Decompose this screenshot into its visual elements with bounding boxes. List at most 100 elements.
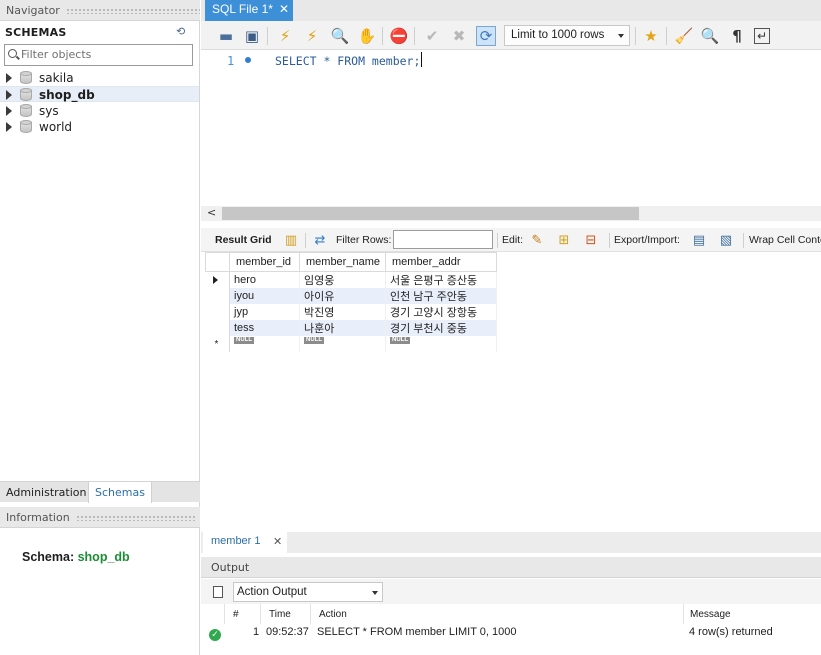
refresh-icon[interactable]: ⟲	[176, 26, 188, 38]
limit-rows-select[interactable]: Limit to 1000 rows	[504, 25, 630, 46]
table-cell[interactable]: 임영웅	[299, 271, 386, 288]
copy-icon[interactable]	[210, 584, 223, 598]
chevron-down-icon	[372, 591, 378, 595]
table-cell[interactable]: NULL	[385, 336, 497, 352]
commit-icon[interactable]: ✔	[422, 26, 442, 46]
table-cell[interactable]: NULL	[229, 336, 300, 352]
explain-magnifier-icon[interactable]: 🔍	[330, 26, 350, 46]
find-icon[interactable]: 🔍	[700, 26, 720, 46]
table-cell[interactable]: hero	[229, 271, 300, 288]
null-badge: NULL	[304, 337, 324, 344]
stop-hand-icon[interactable]: ✋	[357, 26, 377, 46]
toggle-error-icon[interactable]: ⛔	[389, 26, 409, 46]
expand-arrow-icon[interactable]	[6, 73, 12, 83]
schema-item-sys[interactable]: sys	[0, 103, 199, 119]
filter-rows-input[interactable]	[393, 230, 493, 249]
table-cell[interactable]: 인천 남구 주안동	[385, 288, 497, 304]
output-type-value: Action Output	[237, 586, 307, 598]
export-icon[interactable]: ▤	[691, 232, 707, 248]
output-header-num: #	[225, 604, 261, 624]
editor-toolbar: ▬ ▣ ⚡ ⚡ 🔍 ✋ ⛔ ✔ ✖ ⟳ Limit to 1000 rows ★…	[201, 21, 821, 50]
output-header-message: Message	[690, 609, 731, 620]
insert-row-icon[interactable]: ⊞	[556, 232, 572, 248]
database-icon	[20, 88, 32, 102]
delete-row-icon[interactable]: ⊟	[583, 232, 599, 248]
output-entry-message: 4 row(s) returned	[689, 626, 773, 638]
beautify-broom-icon[interactable]: 🧹	[674, 26, 694, 46]
word-wrap-icon[interactable]: ↵	[754, 28, 770, 44]
sql-editor[interactable]: 1 SELECT * FROM member;	[201, 50, 821, 206]
open-folder-icon[interactable]: ▬	[216, 26, 236, 46]
table-row[interactable]: iyou 아이유 인천 남구 주안동	[205, 288, 497, 304]
output-entry-num: 1	[253, 626, 260, 638]
close-icon[interactable]: ✕	[279, 2, 289, 16]
tab-sql-file-1[interactable]: SQL File 1* ✕	[205, 0, 293, 21]
row-selector[interactable]	[205, 304, 230, 320]
output-type-select[interactable]: Action Output	[233, 582, 383, 602]
table-cell[interactable]: 서울 은평구 증산동	[385, 271, 497, 288]
autocommit-toggle-icon[interactable]: ⟳	[476, 26, 496, 46]
schema-item-shop-db[interactable]: shop_db	[0, 86, 199, 102]
scroll-left-icon[interactable]: <	[207, 206, 216, 219]
wrap-cell-label[interactable]: Wrap Cell Conte	[749, 234, 821, 246]
table-row[interactable]: tess 나훈아 경기 부천시 중동	[205, 320, 497, 336]
filter-objects-input[interactable]: Filter objects	[4, 44, 193, 66]
expand-arrow-icon[interactable]	[6, 106, 12, 116]
import-icon[interactable]: ▧	[718, 232, 734, 248]
rollback-icon[interactable]: ✖	[449, 26, 469, 46]
new-row[interactable]: * NULL NULL NULL	[205, 336, 497, 352]
table-cell[interactable]: 나훈아	[299, 320, 386, 336]
schema-item-sakila[interactable]: sakila	[0, 70, 199, 86]
row-selector[interactable]: *	[205, 336, 230, 352]
scrollbar-thumb[interactable]	[222, 207, 639, 220]
table-cell[interactable]: 경기 부천시 중동	[385, 320, 497, 336]
table-row[interactable]: hero 임영웅 서울 은평구 증산동	[205, 271, 497, 288]
result-grid-button[interactable]: Result Grid	[215, 234, 272, 246]
row-selector[interactable]	[205, 320, 230, 336]
refresh-icon[interactable]: ⇄	[312, 232, 328, 248]
close-icon[interactable]: ✕	[273, 535, 282, 548]
tab-schemas[interactable]: Schemas	[88, 482, 152, 503]
filter-rows-label: Filter Rows:	[336, 234, 392, 246]
table-header-row: member_id member_name member_addr	[205, 252, 497, 272]
tab-administration[interactable]: Administration	[0, 482, 93, 503]
table-cell[interactable]: tess	[229, 320, 300, 336]
text-cursor	[421, 52, 422, 67]
result-table: member_id member_name member_addr hero 임…	[205, 252, 497, 352]
table-cell[interactable]: iyou	[229, 288, 300, 304]
execute-current-icon[interactable]: ⚡	[302, 26, 322, 46]
new-row-star-icon: *	[214, 339, 219, 350]
editor-horizontal-scrollbar[interactable]: <	[201, 206, 821, 221]
table-cell[interactable]: 경기 고양시 장항동	[385, 304, 497, 320]
information-title: Information	[6, 511, 70, 524]
add-snippet-star-icon[interactable]: ★	[641, 26, 661, 46]
grid-view-icon[interactable]: ▥	[283, 232, 299, 248]
save-icon[interactable]: ▣	[242, 26, 262, 46]
database-icon	[20, 71, 32, 85]
table-cell[interactable]: 아이유	[299, 288, 386, 304]
navigator-tabs: Administration Schemas	[0, 481, 200, 503]
column-header[interactable]: member_addr	[385, 252, 497, 272]
output-entry-action[interactable]: SELECT * FROM member LIMIT 0, 1000	[317, 626, 517, 638]
table-cell[interactable]: jyp	[229, 304, 300, 320]
schema-item-world[interactable]: world	[0, 119, 199, 135]
sql-statement[interactable]: SELECT * FROM member;	[275, 54, 420, 68]
row-selector[interactable]	[205, 271, 230, 288]
invisible-chars-icon[interactable]: ¶	[727, 26, 747, 46]
expand-arrow-icon[interactable]	[6, 122, 12, 132]
current-row-arrow-icon	[212, 276, 218, 284]
tab-result-member-1[interactable]: member 1 ✕	[203, 532, 287, 553]
expand-arrow-icon[interactable]	[6, 90, 12, 100]
edit-row-icon[interactable]: ✎	[529, 232, 545, 248]
navigator-header: Navigator	[0, 0, 200, 21]
database-icon	[20, 120, 32, 134]
navigator-panel: Navigator SCHEMAS ⟲ Filter objects sakil…	[0, 0, 200, 655]
execute-lightning-icon[interactable]: ⚡	[275, 26, 295, 46]
column-header[interactable]: member_name	[299, 252, 386, 272]
row-selector[interactable]	[205, 288, 230, 304]
column-header[interactable]: member_id	[229, 252, 300, 272]
null-badge: NULL	[234, 337, 254, 344]
table-cell[interactable]: NULL	[299, 336, 386, 352]
table-row[interactable]: jyp 박진영 경기 고양시 장항동	[205, 304, 497, 320]
table-cell[interactable]: 박진영	[299, 304, 386, 320]
